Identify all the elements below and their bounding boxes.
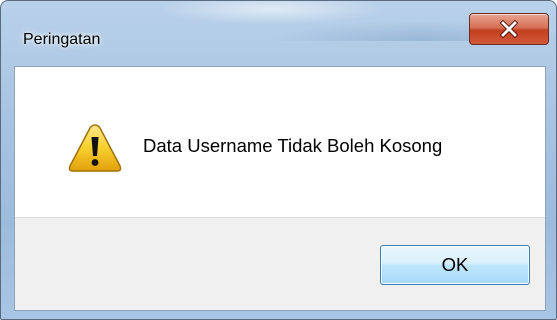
close-icon [500,20,518,38]
message-text: Data Username Tidak Boleh Kosong [143,135,443,156]
close-button[interactable] [469,13,549,45]
ok-button-label: OK [441,254,469,275]
window-title: Peringatan [23,31,101,48]
warning-icon [68,124,122,172]
dialog-window: Peringatan Data Username Tidak Boleh Kos… [0,0,557,320]
ok-button[interactable]: OK [380,245,530,285]
dialog-body: Data Username Tidak Boleh Kosong OK [14,66,546,311]
button-bar: OK [15,217,545,310]
message-area: Data Username Tidak Boleh Kosong [15,67,545,217]
